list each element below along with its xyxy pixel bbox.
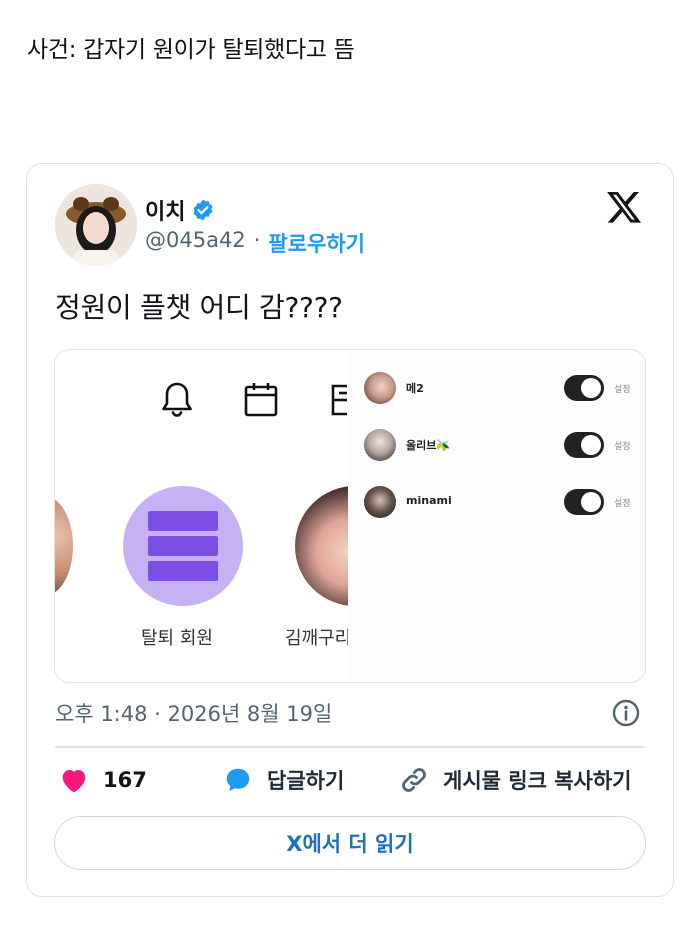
- display-name[interactable]: 이치: [145, 194, 185, 226]
- x-logo-icon[interactable]: [605, 188, 643, 226]
- follow-button[interactable]: 팔로우하기: [268, 228, 365, 258]
- list-item: minami 설정: [364, 486, 634, 520]
- link-icon: [402, 768, 426, 792]
- post-headline: 사건: 갑자기 원이가 탈퇴했다고 뜸: [27, 37, 355, 63]
- verified-badge-icon: [191, 198, 215, 222]
- info-icon[interactable]: [611, 698, 641, 728]
- list-item: 메2 설정: [364, 372, 634, 406]
- setting-label: 설정: [614, 442, 631, 452]
- screenshot-left-panel: 탈퇴 회원 김깨구리: [55, 350, 415, 682]
- avatar[interactable]: [55, 184, 137, 266]
- notification-toggle: [564, 432, 604, 458]
- like-count: 167: [103, 768, 147, 792]
- reply-button[interactable]: 답글하기: [223, 762, 344, 798]
- member-name: minami: [406, 494, 452, 507]
- tweet-text: 정원이 플챗 어디 감????: [55, 291, 343, 324]
- heart-icon: [62, 770, 86, 793]
- setting-label: 설정: [614, 385, 631, 395]
- embedded-tweet-card[interactable]: 이치 @045a42 · 팔로우하기 정원이 플챗 어디 감???? 탈퇴 회원…: [26, 163, 674, 897]
- member-photo-partial: [55, 496, 73, 596]
- withdrawn-member-label: 탈퇴 회원: [141, 628, 213, 649]
- list-item: 올리브🫒 설정: [364, 429, 634, 463]
- like-button[interactable]: 167: [59, 762, 147, 798]
- member-name-label: 김깨구리: [285, 628, 352, 649]
- avatar: [364, 372, 396, 404]
- reply-bubble-icon: [226, 768, 250, 792]
- withdrawn-member-avatar: [123, 486, 243, 606]
- copy-link-button[interactable]: 게시물 링크 복사하기: [399, 762, 632, 798]
- handle-separator: ·: [253, 228, 261, 252]
- divider: [55, 746, 645, 748]
- calendar-icon: [244, 383, 278, 417]
- member-name: 메2: [406, 382, 424, 395]
- setting-label: 설정: [614, 499, 631, 509]
- read-more-on-x-button[interactable]: X에서 더 읽기: [54, 816, 646, 870]
- avatar: [364, 486, 396, 518]
- reply-label: 답글하기: [267, 769, 345, 793]
- tweet-media-image[interactable]: 탈퇴 회원 김깨구리 메2 설정 올리브🫒 설정 minami 설정: [54, 349, 646, 683]
- bell-icon: [162, 382, 192, 417]
- screenshot-right-panel: 메2 설정 올리브🫒 설정 minami 설정: [348, 350, 645, 682]
- user-handle[interactable]: @045a42: [145, 228, 246, 258]
- member-name: 올리브🫒: [406, 439, 451, 452]
- tweet-timestamp[interactable]: 오후 1:48 · 2026년 8월 19일: [55, 698, 332, 728]
- notification-toggle: [564, 489, 604, 515]
- avatar: [364, 429, 396, 461]
- copy-link-label: 게시물 링크 복사하기: [443, 769, 632, 793]
- notification-toggle: [564, 375, 604, 401]
